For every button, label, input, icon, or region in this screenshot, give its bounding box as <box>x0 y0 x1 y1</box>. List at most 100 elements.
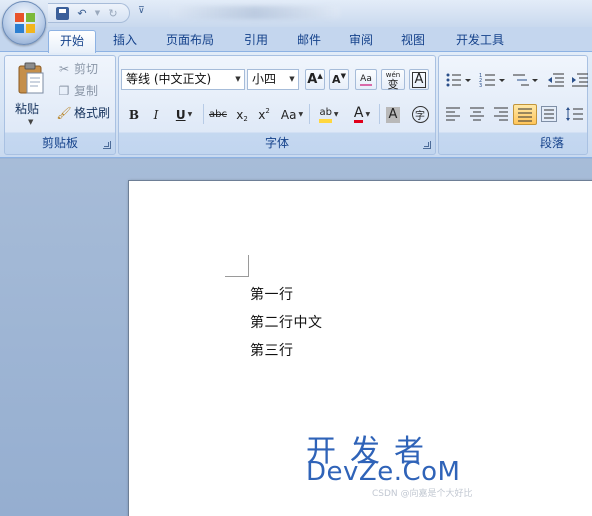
change-case-icon: Aa <box>280 107 297 122</box>
decrease-indent-icon[interactable] <box>547 72 565 88</box>
distributed-icon[interactable] <box>541 106 557 122</box>
paste-dropdown-icon[interactable]: ▼ <box>28 118 33 126</box>
underline-button[interactable]: U ▼ <box>169 104 199 125</box>
shrink-font-button[interactable]: A ▼ <box>329 69 349 90</box>
subscript-icon: x <box>236 107 244 122</box>
phonetic-guide-button[interactable]: wén 变 <box>381 69 405 90</box>
ribbon-tabs: 开始 插入 页面布局 引用 邮件 审阅 视图 开发工具 <box>0 27 592 53</box>
tab-review[interactable]: 审阅 <box>339 30 383 52</box>
scissors-icon: ✂ <box>58 61 70 76</box>
tab-references[interactable]: 引用 <box>234 30 278 52</box>
underline-icon: U <box>175 107 186 122</box>
bullets-icon[interactable] <box>445 72 471 88</box>
paragraph-group-label: 段落 <box>539 136 564 150</box>
font-name-value: 等线 (中文正文) <box>126 72 212 86</box>
font-size-dropdown-icon[interactable]: ▼ <box>286 70 298 89</box>
phonetic-guide-icon: 变 <box>387 77 399 91</box>
superscript-button[interactable]: x2 <box>255 104 273 125</box>
font-color-button[interactable]: A ▼ <box>347 104 377 125</box>
numbering-icon[interactable]: 123 <box>479 72 505 88</box>
enclose-characters-icon: 字 <box>411 106 429 123</box>
window-title <box>170 6 340 19</box>
undo-dropdown-icon[interactable]: ▼ <box>94 5 101 21</box>
align-right-icon[interactable] <box>493 106 509 122</box>
font-name-combo[interactable]: 等线 (中文正文) ▼ <box>121 69 245 90</box>
clear-formatting-icon: Aa <box>360 73 372 86</box>
font-name-dropdown-icon[interactable]: ▼ <box>232 70 244 89</box>
grow-font-button[interactable]: A ▲ <box>305 69 325 90</box>
margin-corner-mark <box>225 255 249 277</box>
copy-button[interactable]: ❐ 复制 <box>57 82 98 99</box>
font-group: 等线 (中文正文) ▼ 小四 ▼ A ▲ A ▼ Aa wén 变 A B I U … <box>118 55 436 155</box>
tab-mailings[interactable]: 邮件 <box>287 30 331 52</box>
office-logo-icon <box>15 13 35 33</box>
svg-text:3: 3 <box>479 83 482 88</box>
save-icon[interactable] <box>54 5 70 21</box>
tab-insert[interactable]: 插入 <box>103 30 147 52</box>
undo-icon[interactable]: ↶ <box>74 5 90 21</box>
character-border-icon: A <box>411 71 427 88</box>
align-center-icon[interactable] <box>469 106 485 122</box>
watermark-credit: CSDN @向嘉是个大好比 <box>372 489 473 499</box>
cut-label: 剪切 <box>74 62 99 76</box>
line-spacing-icon[interactable] <box>565 106 589 122</box>
quick-access-toolbar: ↶ ▼ ↻ <box>48 3 130 23</box>
format-painter-label: 格式刷 <box>74 106 111 120</box>
tab-home[interactable]: 开始 <box>48 30 96 53</box>
separator <box>379 104 380 124</box>
justify-icon <box>518 108 532 121</box>
document-line[interactable]: 第一行 <box>250 284 294 304</box>
cut-button[interactable]: ✂ 剪切 <box>57 60 98 77</box>
font-size-value: 小四 <box>252 72 277 86</box>
separator <box>309 104 310 124</box>
paragraph-group: 123 段落 <box>438 55 588 155</box>
increase-indent-icon[interactable] <box>571 72 589 88</box>
change-case-button[interactable]: Aa ▼ <box>277 104 307 125</box>
office-button[interactable] <box>2 1 46 45</box>
character-shading-button[interactable]: A <box>383 104 403 125</box>
font-color-icon: A <box>353 105 364 123</box>
highlight-button[interactable]: ab ▼ <box>313 104 345 125</box>
tab-view[interactable]: 视图 <box>391 30 435 52</box>
character-shading-icon: A <box>385 106 401 123</box>
tab-developer[interactable]: 开发工具 <box>448 30 512 52</box>
italic-button[interactable]: I <box>147 104 165 125</box>
underline-dropdown-icon[interactable]: ▼ <box>188 111 193 118</box>
font-launcher-icon[interactable] <box>423 141 431 149</box>
highlight-dropdown-icon[interactable]: ▼ <box>334 111 339 118</box>
copy-label: 复制 <box>74 84 99 98</box>
enclose-characters-button[interactable]: 字 <box>409 104 431 125</box>
tab-page-layout[interactable]: 页面布局 <box>160 30 220 52</box>
font-group-label: 字体 <box>264 136 289 150</box>
customize-qat-icon[interactable]: ⊽ <box>138 6 145 16</box>
change-case-dropdown-icon[interactable]: ▼ <box>298 111 303 118</box>
clipboard-group-label: 剪贴板 <box>41 136 78 150</box>
clipboard-group: 粘贴 ▼ ✂ 剪切 ❐ 复制 🖌 格式刷 剪贴板 <box>4 55 116 155</box>
multilevel-list-icon[interactable] <box>511 72 539 88</box>
bold-button[interactable]: B <box>125 104 143 125</box>
ribbon: 粘贴 ▼ ✂ 剪切 ❐ 复制 🖌 格式刷 剪贴板 等线 (中文正文) ▼ 小四 … <box>0 52 592 158</box>
justify-button[interactable] <box>513 104 537 125</box>
strikethrough-button[interactable]: abc <box>207 104 229 125</box>
clipboard-launcher-icon[interactable] <box>103 141 111 149</box>
clear-formatting-button[interactable]: Aa <box>355 69 377 90</box>
character-border-button[interactable]: A <box>409 69 429 90</box>
document-line[interactable]: 第二行中文 <box>250 312 323 332</box>
paste-button[interactable]: 粘贴 <box>15 100 39 117</box>
superscript-icon: x <box>258 107 266 122</box>
subscript-button[interactable]: x2 <box>233 104 251 125</box>
align-left-icon[interactable] <box>445 106 461 122</box>
copy-icon: ❐ <box>58 83 70 98</box>
redo-icon[interactable]: ↻ <box>105 5 121 21</box>
paste-icon <box>18 62 44 94</box>
highlighter-icon: ab <box>319 107 332 123</box>
brush-icon: 🖌 <box>56 105 72 120</box>
font-color-dropdown-icon[interactable]: ▼ <box>365 111 370 118</box>
strikethrough-icon: abc <box>209 109 227 120</box>
separator <box>203 104 204 124</box>
document-line[interactable]: 第三行 <box>250 340 294 360</box>
font-size-combo[interactable]: 小四 ▼ <box>247 69 299 90</box>
format-painter-button[interactable]: 🖌 格式刷 <box>56 104 111 121</box>
grow-font-icon: A <box>307 72 318 87</box>
watermark-domain: DevZe.CoM <box>306 457 461 487</box>
